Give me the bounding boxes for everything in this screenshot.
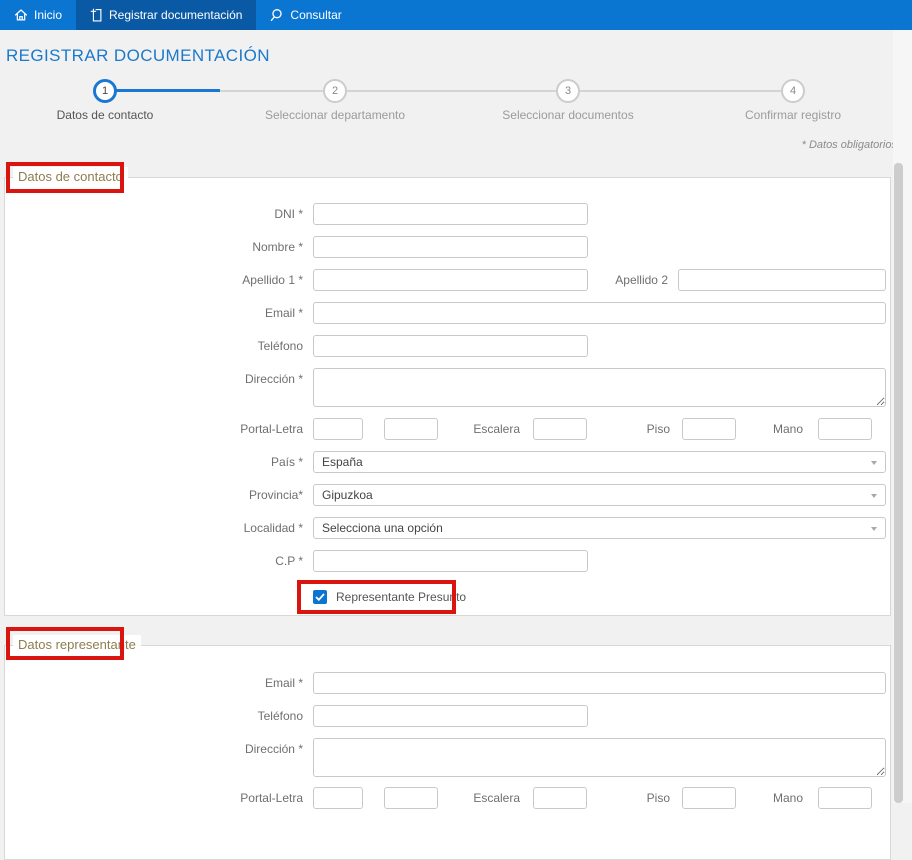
mano-label: Mano bbox=[723, 418, 803, 440]
contact-section-legend: Datos de contacto bbox=[13, 167, 128, 187]
localidad-select[interactable]: Selecciona una opción bbox=[313, 517, 886, 539]
representante-presunto-label: Representante Presunto bbox=[336, 587, 466, 607]
rep-escalera-label: Escalera bbox=[440, 787, 520, 809]
nav-item-consultar[interactable]: Consultar bbox=[256, 0, 355, 30]
localidad-select-value: Selecciona una opción bbox=[322, 521, 443, 535]
scrollbar-thumb[interactable] bbox=[894, 163, 903, 803]
localidad-label: Localidad * bbox=[103, 517, 303, 539]
escalera-label: Escalera bbox=[440, 418, 520, 440]
page-title: REGISTRAR DOCUMENTACIÓN bbox=[6, 46, 270, 66]
cp-input[interactable] bbox=[313, 550, 588, 572]
rep-telefono-input[interactable] bbox=[313, 705, 588, 727]
step-4-label: Confirmar registro bbox=[683, 108, 903, 122]
apellido1-input[interactable] bbox=[313, 269, 588, 291]
step-number: 2 bbox=[332, 85, 338, 97]
direccion-textarea[interactable] bbox=[313, 368, 886, 407]
provincia-label: Provincia* bbox=[103, 484, 303, 506]
nombre-input[interactable] bbox=[313, 236, 588, 258]
step-2-circle[interactable]: 2 bbox=[323, 79, 347, 103]
direccion-label: Dirección * bbox=[103, 368, 303, 390]
dni-label: DNI * bbox=[103, 203, 303, 225]
pais-select-value: España bbox=[322, 455, 363, 469]
representante-section-legend: Datos representante bbox=[13, 635, 141, 655]
step-1-label: Datos de contacto bbox=[0, 108, 215, 122]
step-2-label: Seleccionar departamento bbox=[225, 108, 445, 122]
stepper-line bbox=[347, 90, 556, 92]
step-4-circle[interactable]: 4 bbox=[781, 79, 805, 103]
apellido1-label: Apellido 1 * bbox=[103, 269, 303, 291]
chevron-down-icon bbox=[871, 494, 877, 498]
step-3-label: Seleccionar documentos bbox=[458, 108, 678, 122]
check-icon bbox=[315, 593, 325, 601]
telefono-label: Teléfono bbox=[103, 335, 303, 357]
rep-letra-input[interactable] bbox=[384, 787, 438, 809]
nav-item-label: Consultar bbox=[290, 8, 341, 22]
escalera-input[interactable] bbox=[533, 418, 587, 440]
rep-mano-label: Mano bbox=[723, 787, 803, 809]
email-label: Email * bbox=[103, 302, 303, 324]
rep-portal-letra-label: Portal-Letra bbox=[103, 787, 303, 809]
rep-escalera-input[interactable] bbox=[533, 787, 587, 809]
pais-select[interactable]: España bbox=[313, 451, 886, 473]
search-icon bbox=[270, 8, 284, 22]
stepper-line bbox=[220, 90, 323, 92]
rep-email-label: Email * bbox=[103, 672, 303, 694]
email-input[interactable] bbox=[313, 302, 886, 324]
home-icon bbox=[14, 8, 28, 22]
apellido2-input[interactable] bbox=[678, 269, 886, 291]
step-1-circle[interactable]: 1 bbox=[93, 79, 117, 103]
register-document-icon bbox=[90, 8, 103, 22]
portal-input[interactable] bbox=[313, 418, 363, 440]
top-navbar: Inicio Registrar documentación Consultar bbox=[0, 0, 912, 30]
chevron-down-icon bbox=[871, 527, 877, 531]
representante-presunto-checkbox[interactable] bbox=[313, 590, 327, 604]
apellido2-label: Apellido 2 bbox=[568, 269, 668, 291]
piso-label: Piso bbox=[590, 418, 670, 440]
portal-letra-label: Portal-Letra bbox=[103, 418, 303, 440]
rep-portal-input[interactable] bbox=[313, 787, 363, 809]
rep-telefono-label: Teléfono bbox=[103, 705, 303, 727]
rep-email-input[interactable] bbox=[313, 672, 886, 694]
pais-label: País * bbox=[103, 451, 303, 473]
stepper-line bbox=[580, 90, 781, 92]
step-3-circle[interactable]: 3 bbox=[556, 79, 580, 103]
rep-mano-input[interactable] bbox=[818, 787, 872, 809]
stepper-progress-line bbox=[116, 89, 220, 92]
mano-input[interactable] bbox=[818, 418, 872, 440]
nav-item-label: Registrar documentación bbox=[109, 8, 242, 22]
provincia-select-value: Gipuzkoa bbox=[322, 488, 373, 502]
rep-direccion-label: Dirección * bbox=[103, 738, 303, 760]
step-number: 4 bbox=[790, 85, 796, 97]
chevron-down-icon bbox=[871, 461, 877, 465]
cp-label: C.P * bbox=[103, 550, 303, 572]
telefono-input[interactable] bbox=[313, 335, 588, 357]
nav-item-inicio[interactable]: Inicio bbox=[0, 0, 76, 30]
letra-input[interactable] bbox=[384, 418, 438, 440]
step-number: 1 bbox=[102, 85, 108, 97]
rep-piso-label: Piso bbox=[590, 787, 670, 809]
required-fields-note: * Datos obligatorios bbox=[802, 139, 897, 151]
rep-direccion-textarea[interactable] bbox=[313, 738, 886, 777]
dni-input[interactable] bbox=[313, 203, 588, 225]
nav-item-registrar-documentacion[interactable]: Registrar documentación bbox=[76, 0, 256, 30]
nombre-label: Nombre * bbox=[103, 236, 303, 258]
provincia-select[interactable]: Gipuzkoa bbox=[313, 484, 886, 506]
nav-item-label: Inicio bbox=[34, 8, 62, 22]
step-number: 3 bbox=[565, 85, 571, 97]
